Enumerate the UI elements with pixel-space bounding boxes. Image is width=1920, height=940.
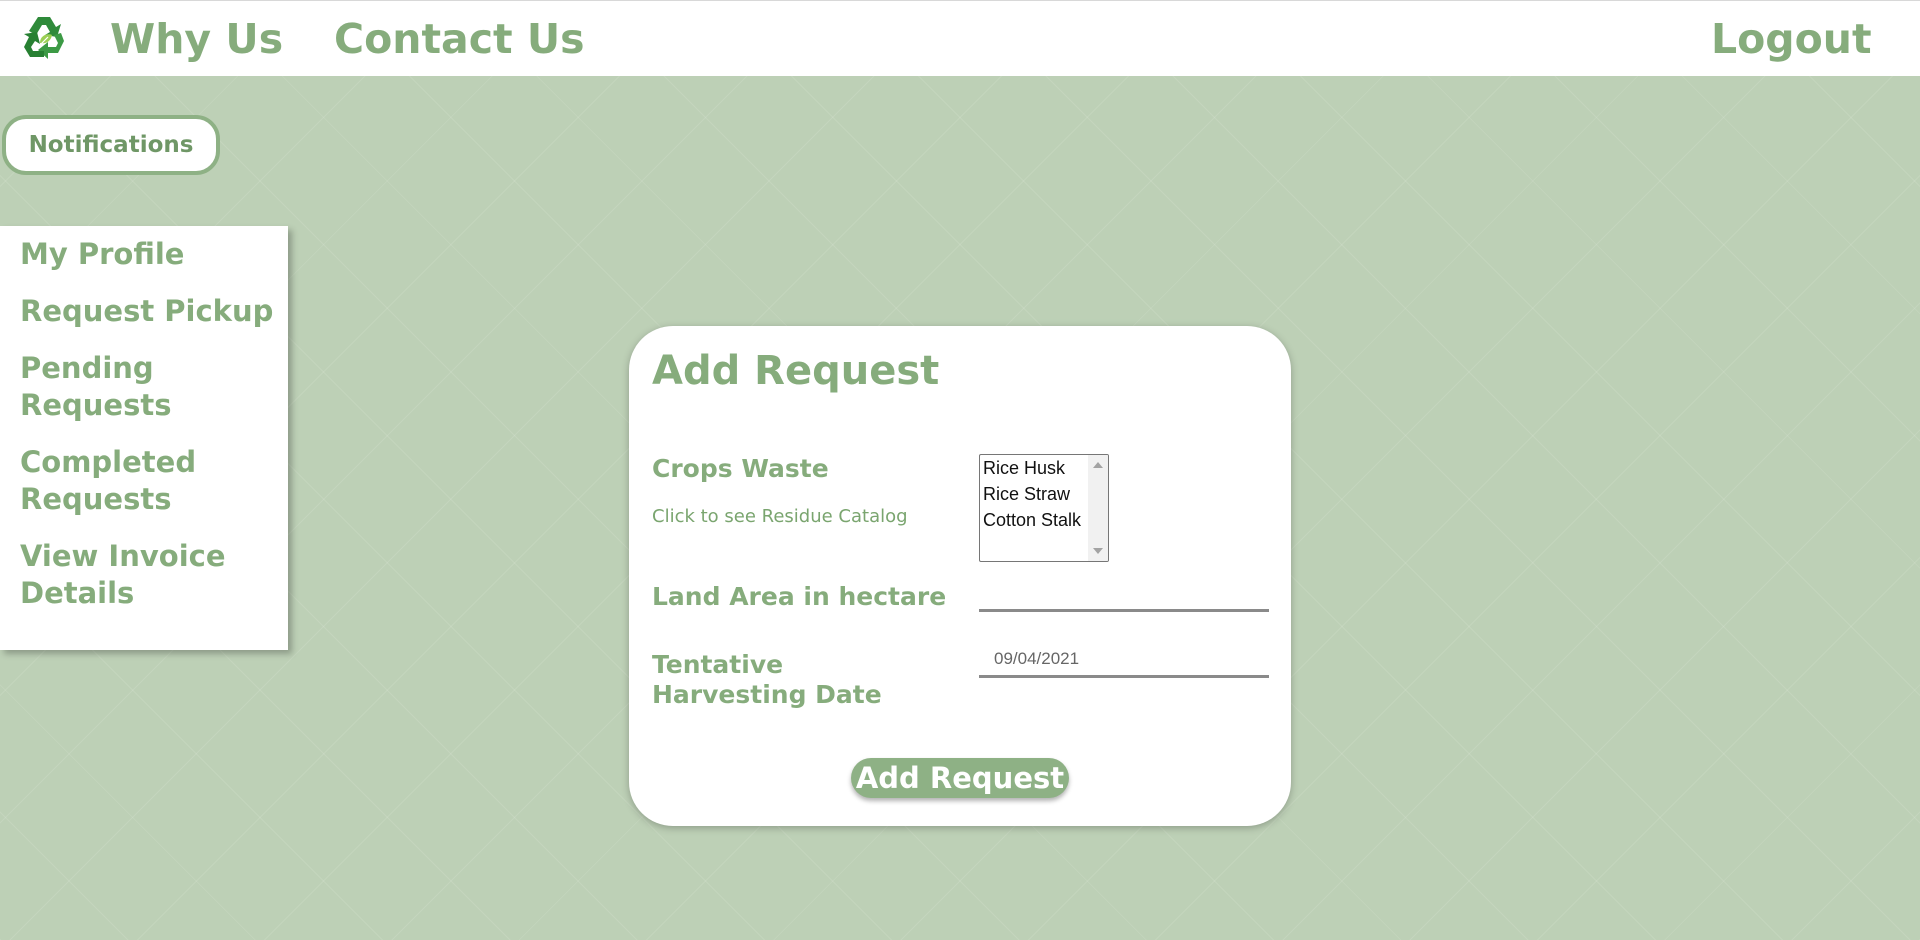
sidebar-item-completed-requests[interactable]: Completed Requests: [20, 444, 282, 518]
sidebar-item-view-invoice-details[interactable]: View Invoice Details: [20, 538, 282, 612]
nav-contact-us[interactable]: Contact Us: [334, 15, 585, 63]
land-area-input[interactable]: [979, 576, 1269, 612]
crops-option[interactable]: Rice Husk: [983, 458, 1065, 479]
top-navbar: Why Us Contact Us Logout: [0, 0, 1920, 76]
crops-option[interactable]: Cotton Stalk: [983, 510, 1081, 531]
nav-why-us[interactable]: Why Us: [110, 15, 283, 63]
scroll-down-icon[interactable]: [1093, 548, 1103, 554]
sidebar-menu: My Profile Request Pickup Pending Reques…: [0, 226, 288, 650]
scroll-up-icon[interactable]: [1093, 462, 1103, 468]
crops-option[interactable]: Rice Straw: [983, 484, 1070, 505]
sidebar-item-my-profile[interactable]: My Profile: [20, 236, 282, 273]
notifications-button[interactable]: Notifications: [2, 115, 220, 175]
sidebar-item-request-pickup[interactable]: Request Pickup: [20, 293, 282, 330]
harvest-date-label: Tentative Harvesting Date: [652, 650, 882, 709]
recycle-icon[interactable]: [18, 13, 70, 65]
logout-link[interactable]: Logout: [1711, 15, 1872, 63]
sidebar-item-pending-requests[interactable]: Pending Requests: [20, 350, 282, 424]
harvest-date-input[interactable]: [979, 642, 1269, 678]
add-request-card: Add Request Crops Waste Click to see Res…: [629, 326, 1291, 826]
land-area-label: Land Area in hectare: [652, 582, 947, 611]
add-request-button[interactable]: Add Request: [851, 758, 1069, 798]
crops-waste-select[interactable]: Rice Husk Rice Straw Cotton Stalk: [979, 454, 1109, 562]
crops-waste-label: Crops Waste: [652, 454, 829, 483]
form-title: Add Request: [652, 348, 940, 394]
listbox-scrollbar[interactable]: [1088, 455, 1108, 561]
residue-catalog-link[interactable]: Click to see Residue Catalog: [652, 506, 908, 527]
